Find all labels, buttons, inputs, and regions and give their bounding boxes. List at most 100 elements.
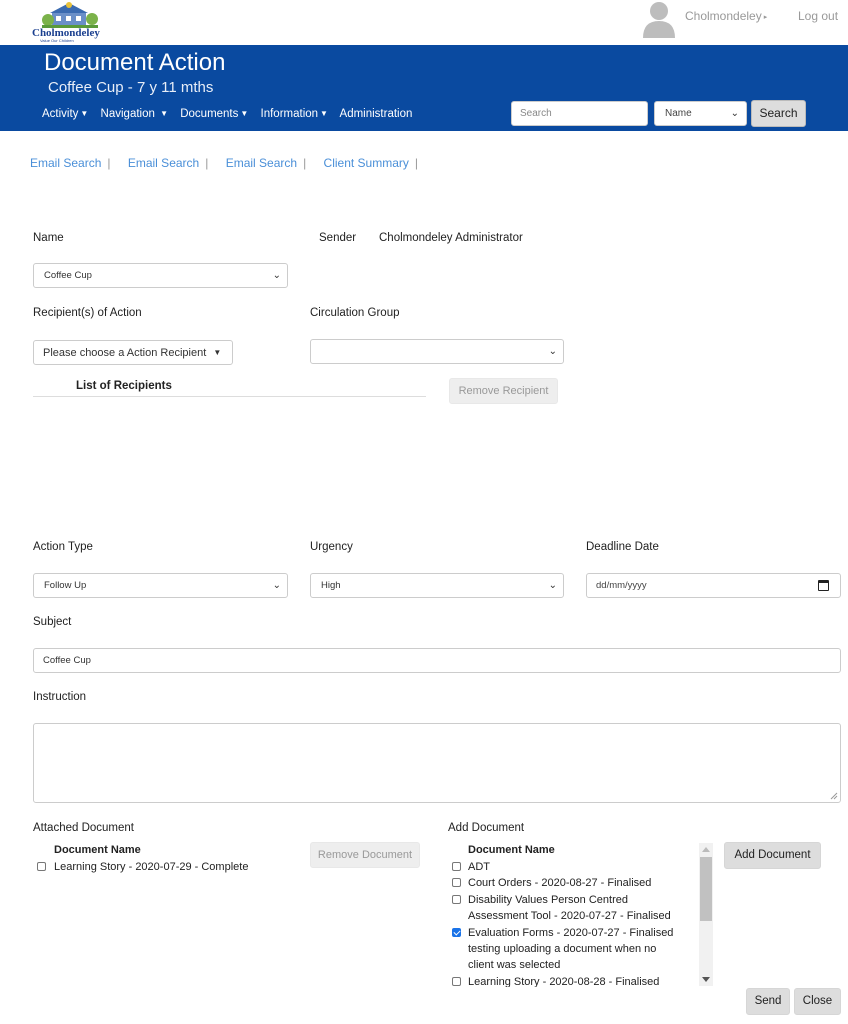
logout-link[interactable]: Log out — [798, 9, 838, 23]
add-doc-item: Learning Story - 2020-08-28 - Finalised — [468, 974, 659, 987]
instruction-textarea[interactable] — [33, 723, 841, 803]
search-button[interactable]: Search — [751, 100, 806, 127]
name-select-value: Coffee Cup — [44, 270, 92, 281]
caret-down-icon: ▼ — [320, 109, 328, 118]
add-doc-item: Court Orders - 2020-08-27 - Finalised — [468, 875, 651, 891]
email-search-link[interactable]: Email Search — [226, 156, 297, 170]
recipients-label: Recipient(s) of Action — [33, 307, 142, 319]
chevron-down-icon: ⌄ — [548, 346, 557, 357]
subject-label: Subject — [33, 616, 72, 628]
nav-administration[interactable]: Administration — [340, 108, 413, 120]
page-title: Document Action — [44, 49, 226, 76]
caret-down-icon: ▼ — [240, 109, 249, 118]
subject-value: Coffee Cup — [43, 655, 91, 666]
link-separator: | — [107, 156, 111, 170]
add-doc-checkbox[interactable] — [452, 895, 461, 904]
caret-down-icon: ▼ — [213, 348, 222, 357]
deadline-date-label: Deadline Date — [586, 541, 659, 553]
sender-label: Sender — [319, 232, 357, 244]
name-label: Name — [33, 232, 64, 244]
client-summary-link[interactable]: Client Summary — [324, 156, 409, 170]
calendar-icon[interactable] — [818, 580, 829, 591]
circulation-group-label: Circulation Group — [310, 307, 400, 319]
caret-down-icon: ▼ — [160, 109, 169, 118]
link-separator: | — [205, 156, 209, 170]
scroll-thumb[interactable] — [700, 857, 712, 921]
add-doc-column-header: Document Name — [468, 844, 555, 856]
resize-handle-icon[interactable] — [830, 792, 838, 800]
search-input[interactable] — [511, 101, 648, 126]
add-doc-item: Disability Values Person Centred Assessm… — [468, 892, 671, 924]
action-recipient-dropdown[interactable]: Please choose a Action Recipient ▼ — [33, 340, 233, 365]
action-type-select[interactable]: Follow Up ⌄ — [33, 573, 288, 598]
email-search-link[interactable]: Email Search — [128, 156, 199, 170]
user-name: Cholmondeley — [685, 9, 762, 23]
send-button[interactable]: Send — [746, 988, 790, 1015]
add-document-button[interactable]: Add Document — [724, 842, 821, 869]
chevron-down-icon: ⌄ — [272, 580, 281, 591]
chevron-down-icon: ⌄ — [548, 580, 557, 591]
chevron-down-icon: ⌄ — [272, 270, 281, 281]
quick-links: Email Search | Email Search | Email Search… — [30, 156, 432, 170]
urgency-value: High — [321, 580, 341, 591]
nav-navigation[interactable]: Navigation ▼ — [101, 108, 168, 120]
add-doc-item-line: ADT — [468, 861, 490, 873]
deadline-date-placeholder: dd/mm/yyyy — [596, 580, 647, 591]
scroll-down-arrow-icon[interactable] — [702, 977, 710, 982]
logo-tagline: Value Our Children — [40, 38, 74, 43]
urgency-label: Urgency — [310, 541, 353, 553]
search-type-select[interactable]: Name ⌄ — [654, 101, 747, 126]
add-doc-item: Evaluation Forms - 2020-07-27 - Finalise… — [468, 925, 673, 973]
nav-label: Activity — [42, 108, 79, 120]
add-document-label: Add Document — [448, 822, 525, 834]
add-doc-item-line: Court Orders - 2020-08-27 - Finalised — [468, 877, 652, 889]
name-select[interactable]: Coffee Cup ⌄ — [33, 263, 288, 288]
chevron-down-icon: ⌄ — [730, 108, 739, 119]
subject-input[interactable]: Coffee Cup — [33, 648, 841, 673]
attached-doc-item: Learning Story - 2020-07-29 - Complete — [54, 861, 249, 873]
email-search-link[interactable]: Email Search — [30, 156, 101, 170]
add-doc-item-line: Disability Values Person Centred — [468, 894, 628, 906]
close-button[interactable]: Close — [794, 988, 841, 1015]
add-doc-checkbox[interactable] — [452, 878, 461, 887]
add-doc-checkbox-checked[interactable] — [452, 928, 461, 937]
main-nav: Activity ▼ Navigation ▼ Documents ▼ Inform… — [42, 108, 421, 120]
scroll-up-arrow-icon[interactable] — [702, 847, 710, 852]
caret-down-icon: ▼ — [80, 109, 89, 118]
add-doc-item-line: Assessment Tool - 2020-07-27 - Finalised — [468, 910, 671, 922]
remove-document-button[interactable]: Remove Document — [310, 842, 420, 868]
user-menu-link[interactable]: Cholmondeley ▸ — [685, 9, 767, 23]
link-separator: | — [414, 156, 419, 170]
circulation-group-select[interactable]: ⌄ — [310, 339, 564, 364]
urgency-select[interactable]: High ⌄ — [310, 573, 564, 598]
top-bar: Cholmondeley Value Our Children Cholmond… — [0, 0, 848, 45]
attached-document-label: Attached Document — [33, 822, 135, 834]
sender-value: Cholmondeley Administrator — [379, 232, 523, 244]
action-type-label: Action Type — [33, 541, 93, 553]
user-avatar-icon[interactable] — [641, 0, 677, 38]
add-doc-item-line: testing uploading a document when no — [468, 943, 657, 955]
recipient-dropdown-label: Please choose a Action Recipient — [43, 347, 207, 359]
nav-activity[interactable]: Activity ▼ — [42, 108, 88, 120]
nav-label: Documents — [180, 108, 239, 120]
page-header: Document Action Coffee Cup - 7 y 11 mths… — [0, 45, 848, 131]
attached-column-header: Document Name — [54, 844, 141, 856]
add-doc-item-line: Evaluation Forms - 2020-07-27 - Finalise… — [468, 927, 674, 939]
remove-recipient-button[interactable]: Remove Recipient — [449, 378, 558, 404]
nav-label: Navigation — [100, 108, 155, 120]
deadline-date-input[interactable]: dd/mm/yyyy — [586, 573, 841, 598]
search-type-value: Name — [665, 108, 692, 119]
document-list-scrollbar[interactable] — [699, 843, 713, 986]
add-doc-checkbox[interactable] — [452, 977, 461, 986]
list-of-recipients-heading: List of Recipients — [33, 380, 426, 397]
client-subtitle: Coffee Cup - 7 y 11 mths — [48, 79, 214, 96]
nav-documents[interactable]: Documents ▼ — [180, 108, 248, 120]
link-separator: | — [303, 156, 307, 170]
add-doc-checkbox[interactable] — [452, 862, 461, 871]
add-doc-item-line: client was selected — [468, 959, 561, 971]
nav-information[interactable]: Information ▼ — [261, 108, 328, 120]
caret-right-icon: ▸ — [763, 14, 768, 21]
add-doc-item: ADT — [468, 859, 490, 875]
brand-logo[interactable]: Cholmondeley Value Our Children — [32, 0, 108, 44]
attached-doc-checkbox[interactable] — [37, 862, 46, 871]
